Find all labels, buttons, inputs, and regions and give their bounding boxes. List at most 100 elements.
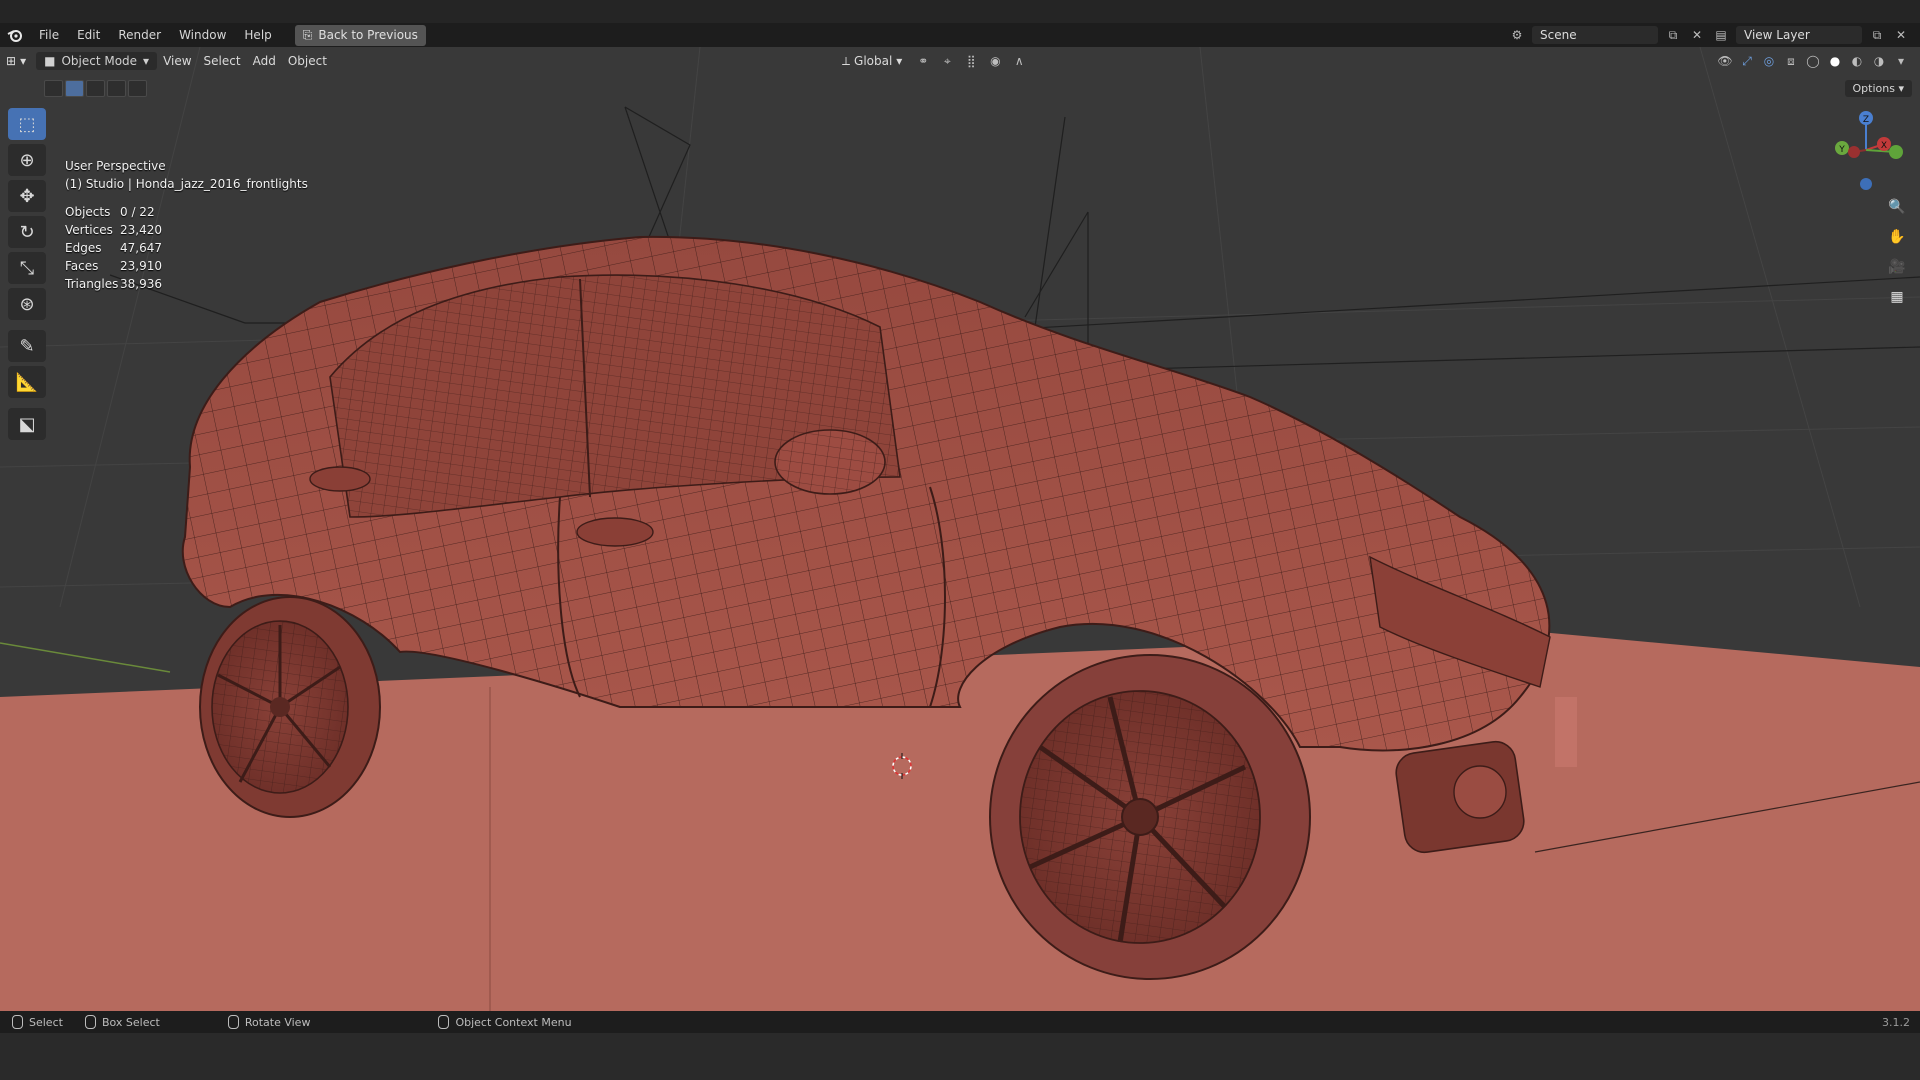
perspective-toggle-icon[interactable]: ▦ (1886, 286, 1908, 308)
camera-view-icon[interactable]: 🎥 (1886, 256, 1908, 278)
menu-window[interactable]: Window (170, 28, 235, 42)
falloff-icon[interactable]: ∧ (1010, 52, 1028, 70)
x-axis-label: X (1881, 141, 1887, 151)
status-context-menu: Object Context Menu (438, 1015, 572, 1029)
pivot-point-icon[interactable]: ⚭ (914, 52, 932, 70)
viewport-info-overlay: User Perspective (1) Studio | Honda_jazz… (65, 157, 308, 293)
scale-tool[interactable]: ⤡ (8, 252, 46, 284)
perspective-label: User Perspective (65, 159, 166, 173)
rotate-tool[interactable]: ↻ (8, 216, 46, 248)
annotate-tool[interactable]: ✎ (8, 330, 46, 362)
stat-value: 0 / 22 (120, 205, 155, 219)
status-box-select: Box Select (84, 1015, 160, 1029)
select-invert-button[interactable] (107, 80, 126, 97)
stat-label: Faces (65, 259, 99, 273)
cursor-tool[interactable]: ⊕ (8, 144, 46, 176)
snap-target-icon[interactable]: ⣿ (962, 52, 980, 70)
viewport-display-tools: 👁 ⤢ ◎ ⧈ ◯ ● ◐ ◑ ▾ (1716, 47, 1910, 75)
menu-render[interactable]: Render (109, 28, 170, 42)
select-box-tool[interactable]: ⬚ (8, 108, 46, 140)
neg-y-axis-icon[interactable] (1848, 146, 1860, 158)
delete-view-layer-icon[interactable]: ✕ (1892, 26, 1910, 44)
stat-value: 23,910 (120, 259, 162, 273)
mouse-middle-icon (227, 1015, 239, 1029)
3d-viewport[interactable]: User Perspective (1) Studio | Honda_jazz… (0, 47, 1920, 1011)
tool-shelf: ⬚ ⊕ ✥ ↻ ⤡ ⊛ ✎ 📐 ⬕ (8, 108, 46, 440)
stat-value: 38,936 (120, 277, 162, 291)
status-select-label: Select (29, 1015, 63, 1029)
orientation-label: Global (854, 54, 893, 68)
chevron-down-icon: ▾ (1898, 82, 1904, 95)
select-intersect-button[interactable] (128, 80, 147, 97)
pan-hand-icon[interactable]: ✋ (1886, 226, 1908, 248)
rear-wheel (199, 596, 381, 818)
measure-tool[interactable]: 📐 (8, 366, 46, 398)
menu-object[interactable]: Object (282, 54, 333, 68)
view-layer-type-icon[interactable]: ▤ (1712, 26, 1730, 44)
menu-add[interactable]: Add (247, 54, 282, 68)
neg-z-axis-icon[interactable] (1860, 178, 1872, 190)
blender-logo-icon[interactable] (0, 28, 30, 42)
view-layer-field[interactable]: View Layer (1736, 26, 1862, 44)
viewport-nav-buttons: 🔍 ✋ 🎥 ▦ (1886, 196, 1908, 308)
new-scene-icon[interactable]: ⧉ (1664, 26, 1682, 44)
viewport-header: ⊞ ▾ ■ Object Mode ▾ View Select Add Objec… (0, 47, 1920, 75)
zoom-icon[interactable]: 🔍 (1886, 196, 1908, 218)
gizmo-toggle-icon[interactable]: ⤢ (1738, 52, 1756, 70)
select-new-button[interactable] (44, 80, 63, 97)
snap-icon[interactable]: ⌖ (938, 52, 956, 70)
y-axis-label: Y (1838, 145, 1845, 155)
scene-name-field[interactable]: Scene (1532, 26, 1658, 44)
rendered-shading-icon[interactable]: ◑ (1870, 52, 1888, 70)
stat-label: Vertices (65, 223, 113, 237)
overlays-toggle-icon[interactable]: ◎ (1760, 52, 1778, 70)
back-to-previous-label: Back to Previous (318, 28, 418, 42)
proportional-edit-icon[interactable]: ◉ (986, 52, 1004, 70)
window-top-strip (0, 0, 1920, 23)
mouse-left-icon (12, 1015, 23, 1029)
new-view-layer-icon[interactable]: ⧉ (1868, 26, 1886, 44)
transform-tool[interactable]: ⊛ (8, 288, 46, 320)
menu-file[interactable]: File (30, 28, 68, 42)
material-shading-icon[interactable]: ◐ (1848, 52, 1866, 70)
solid-shading-icon[interactable]: ● (1826, 52, 1844, 70)
navigation-gizmo[interactable]: Z X Y (1826, 104, 1906, 204)
chevron-down-icon[interactable]: ▾ (1892, 52, 1910, 70)
scene-statistics: Objects 0 / 22 Vertices 23,420 Edges 47,… (65, 203, 308, 293)
stat-value: 23,420 (120, 223, 162, 237)
mouse-drag-icon (84, 1015, 96, 1029)
visibility-icon[interactable]: 👁 (1716, 52, 1734, 70)
scene-type-icon[interactable]: ⚙ (1508, 26, 1526, 44)
neg-x-axis-icon[interactable] (1889, 145, 1903, 159)
transform-tools: ⟂ Global ▾ ⚭ ⌖ ⣿ ◉ ∧ (836, 47, 1028, 75)
menu-help[interactable]: Help (235, 28, 280, 42)
orientation-icon: ⟂ (842, 53, 851, 68)
object-mode-dropdown[interactable]: ■ Object Mode ▾ (36, 52, 158, 70)
scale-icon: ⤡ (19, 257, 35, 279)
select-box-icon: ⬚ (18, 113, 36, 135)
orientation-dropdown[interactable]: ⟂ Global ▾ (836, 54, 908, 69)
editor-type-icon: ⊞ (6, 54, 17, 68)
xray-toggle-icon[interactable]: ⧈ (1782, 52, 1800, 70)
scene-selector-area: ⚙ Scene ⧉ ✕ ▤ View Layer ⧉ ✕ (1508, 23, 1920, 47)
scene-name: Scene (1540, 28, 1577, 42)
add-cube-tool[interactable]: ⬕ (8, 408, 46, 440)
back-to-previous-button[interactable]: ⎘ Back to Previous (294, 24, 426, 46)
chevron-down-icon: ▾ (20, 54, 27, 68)
chevron-down-icon: ▾ (143, 54, 150, 68)
wireframe-shading-icon[interactable]: ◯ (1804, 52, 1822, 70)
options-dropdown[interactable]: Options ▾ (1844, 80, 1912, 97)
status-box-select-label: Box Select (101, 1015, 160, 1029)
menu-view[interactable]: View (157, 54, 197, 68)
object-mode-icon: ■ (44, 54, 56, 68)
front-wheel (989, 654, 1311, 980)
select-extend-button[interactable] (65, 80, 84, 97)
select-subtract-button[interactable] (86, 80, 105, 97)
stat-label: Triangles (65, 277, 119, 291)
move-tool[interactable]: ✥ (8, 180, 46, 212)
annotate-icon: ✎ (19, 335, 35, 357)
menu-edit[interactable]: Edit (68, 28, 109, 42)
menu-select[interactable]: Select (198, 54, 247, 68)
editor-type-button[interactable]: ⊞ ▾ (0, 54, 32, 68)
delete-scene-icon[interactable]: ✕ (1688, 26, 1706, 44)
